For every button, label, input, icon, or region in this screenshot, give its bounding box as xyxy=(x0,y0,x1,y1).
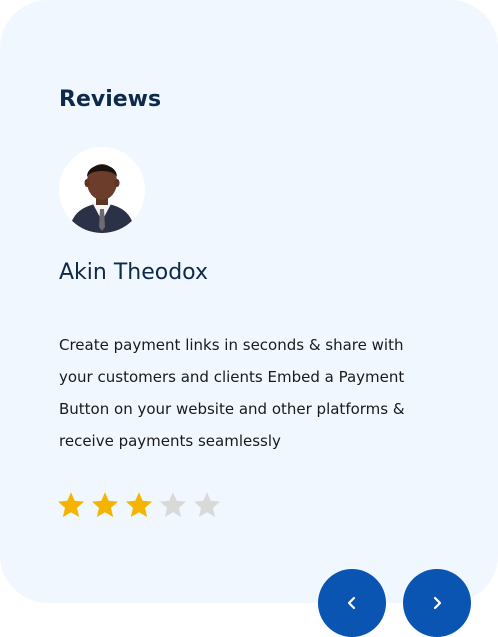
chevron-right-icon xyxy=(433,596,442,610)
avatar-photo xyxy=(59,147,145,233)
reviewer-name: Akin Theodox xyxy=(59,260,208,285)
review-card: Reviews Akin Theodox Create payment link… xyxy=(0,0,498,603)
next-review-button[interactable] xyxy=(403,569,471,637)
chevron-left-icon xyxy=(347,596,356,610)
star-filled-icon xyxy=(92,492,118,517)
star-empty-icon xyxy=(194,492,220,517)
star-filled-icon xyxy=(58,492,84,517)
star-empty-icon xyxy=(160,492,186,517)
section-title: Reviews xyxy=(59,87,162,112)
star-filled-icon xyxy=(126,492,152,517)
previous-review-button[interactable] xyxy=(318,569,386,637)
review-text: Create payment links in seconds & share … xyxy=(59,336,405,450)
star-rating xyxy=(56,490,222,524)
reviewer-avatar xyxy=(59,147,145,233)
reviews-page: Reviews Akin Theodox Create payment link… xyxy=(0,0,498,637)
